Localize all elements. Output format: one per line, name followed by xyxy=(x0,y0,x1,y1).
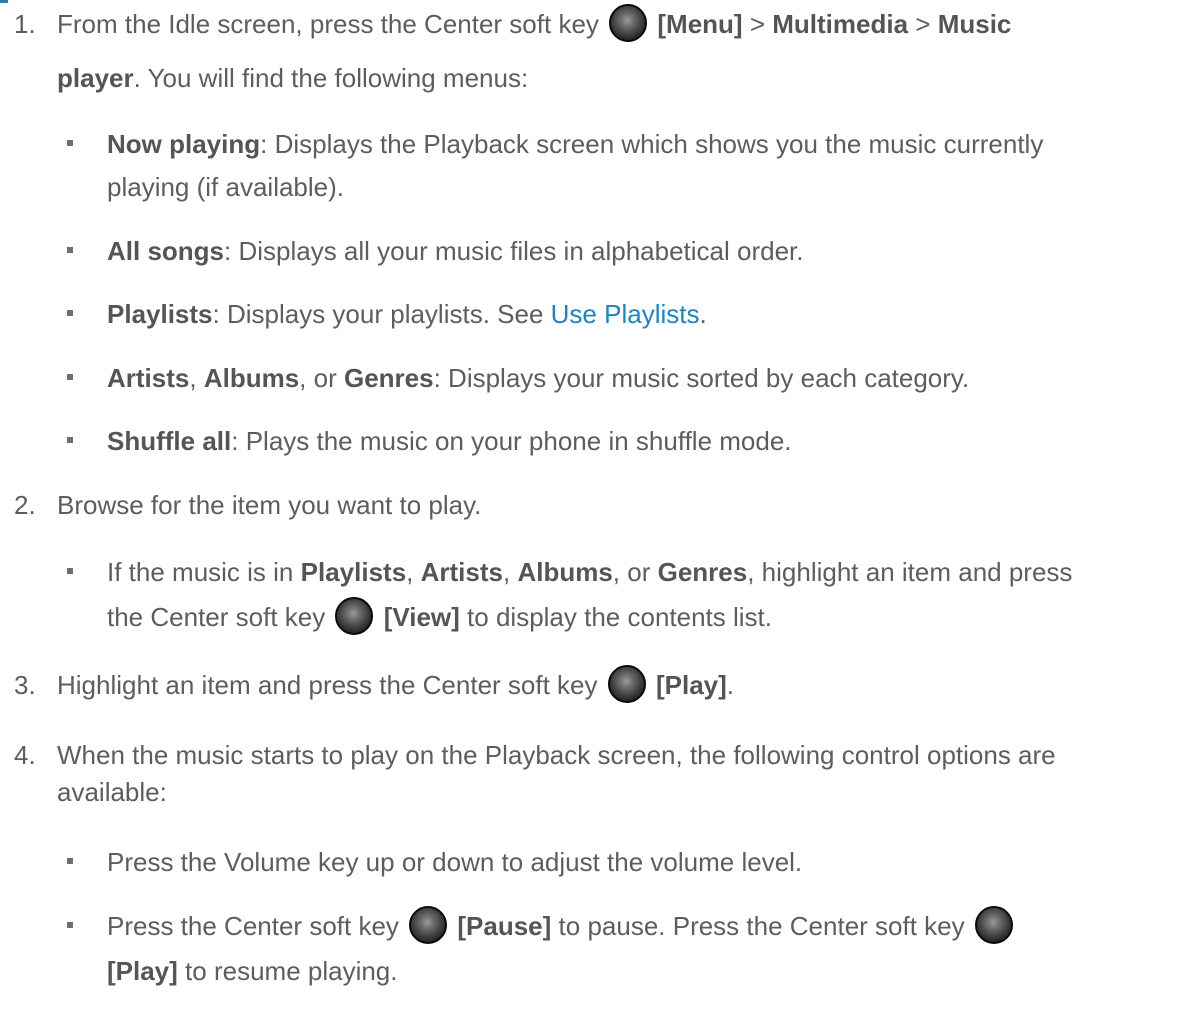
step-2-bullet-line-2: the Center soft key [View] to display th… xyxy=(107,596,772,638)
bullet xyxy=(67,437,73,443)
bullet xyxy=(67,310,73,316)
step-4-bullet-2-line-2: [Play] to resume playing. xyxy=(107,956,398,986)
list-item-continued: playing (if available). xyxy=(107,172,345,202)
step-4-line-2: available: xyxy=(57,777,167,807)
use-playlists-link[interactable]: Use Playlists xyxy=(551,299,700,329)
center-soft-key-icon xyxy=(409,906,448,944)
bullet xyxy=(67,568,73,574)
center-soft-key-icon xyxy=(335,597,374,635)
step-4-bullet-2-line-1: Press the Center soft key [Pause] to pau… xyxy=(107,905,1016,947)
list-item: All songs: Displays all your music files… xyxy=(107,236,804,266)
step-1-line-2: player. You will find the following menu… xyxy=(57,63,529,93)
step-1-number: 1. xyxy=(14,9,36,39)
step-3-text: Highlight an item and press the Center s… xyxy=(57,664,734,706)
step-2-bullet-line-1: If the music is in Playlists, Artists, A… xyxy=(107,557,1073,587)
bullet xyxy=(67,374,73,380)
step-1-line-1: From the Idle screen, press the Center s… xyxy=(57,3,1011,45)
step-2-text: Browse for the item you want to play. xyxy=(57,490,482,520)
center-soft-key-icon xyxy=(607,665,646,703)
header-accent-bar xyxy=(0,0,8,3)
list-item: Playlists: Displays your playlists. See … xyxy=(107,299,707,329)
list-item: Now playing: Displays the Playback scree… xyxy=(107,129,1044,159)
bullet xyxy=(67,922,73,928)
step-3-number: 3. xyxy=(14,670,36,700)
step-4-bullet-1: Press the Volume key up or down to adjus… xyxy=(107,847,803,877)
list-item: Artists, Albums, or Genres: Displays you… xyxy=(107,363,970,393)
step-2-number: 2. xyxy=(14,490,36,520)
center-soft-key-icon xyxy=(974,906,1013,944)
bullet xyxy=(67,247,73,253)
list-item: Shuffle all: Plays the music on your pho… xyxy=(107,426,792,456)
center-soft-key-icon xyxy=(609,4,648,42)
bullet xyxy=(67,858,73,864)
bullet xyxy=(67,140,73,146)
step-4-number: 4. xyxy=(14,740,36,770)
step-4-line-1: When the music starts to play on the Pla… xyxy=(57,740,1056,770)
